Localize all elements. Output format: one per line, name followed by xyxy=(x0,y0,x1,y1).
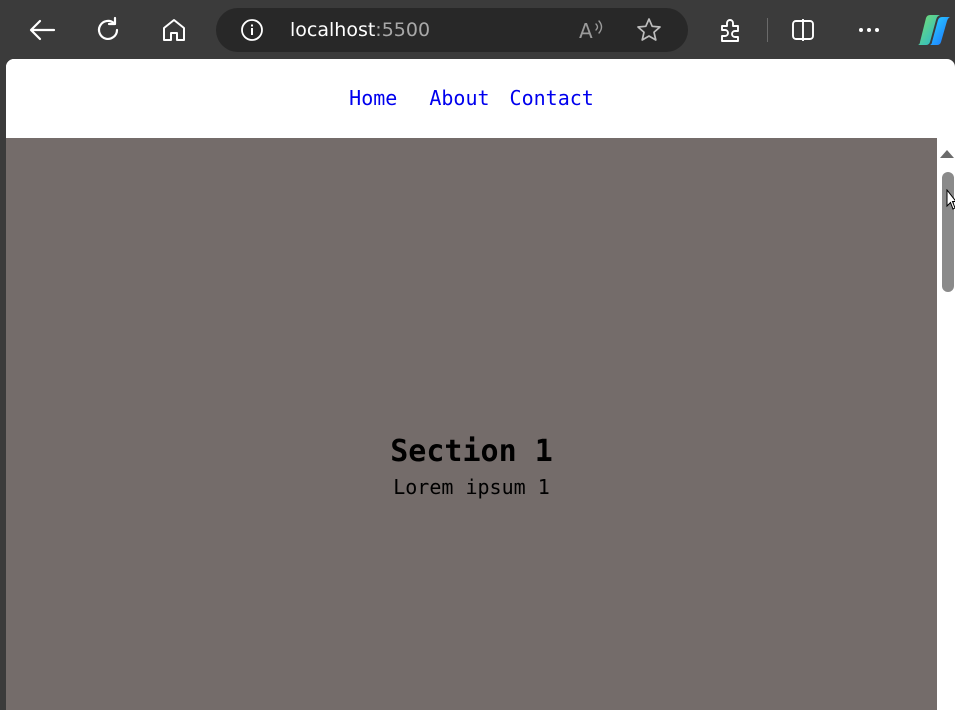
extensions-button[interactable] xyxy=(713,12,749,48)
home-icon xyxy=(163,19,185,41)
back-arrow-icon xyxy=(29,19,56,41)
site-nav: Home About Contact xyxy=(6,59,937,138)
address-port: :5500 xyxy=(375,19,431,41)
scroll-up-arrow[interactable] xyxy=(940,150,954,158)
section-title: Section 1 xyxy=(390,434,553,469)
address-bar[interactable]: localhost:5500 A xyxy=(216,8,688,52)
address-url[interactable]: localhost:5500 xyxy=(290,18,430,42)
copilot-icon[interactable] xyxy=(912,12,952,48)
nav-links: Home About Contact xyxy=(6,85,937,111)
back-button[interactable] xyxy=(24,12,60,48)
nav-link-contact[interactable]: Contact xyxy=(510,85,594,111)
more-options-button[interactable] xyxy=(851,12,887,48)
refresh-button[interactable] xyxy=(90,12,126,48)
nav-link-home[interactable]: Home xyxy=(349,85,397,111)
nav-link-about[interactable]: About xyxy=(429,85,489,111)
page-scrollbar[interactable] xyxy=(937,138,955,710)
favorite-star-icon[interactable] xyxy=(636,17,662,43)
toolbar-divider xyxy=(767,18,768,42)
split-screen-button[interactable] xyxy=(785,12,821,48)
refresh-icon xyxy=(97,16,119,40)
home-button[interactable] xyxy=(156,12,192,48)
read-aloud-icon[interactable]: A xyxy=(578,18,606,42)
browser-window: localhost:5500 A Home About Contact Sect… xyxy=(0,0,955,710)
more-options-icon xyxy=(859,28,879,32)
site-info-icon[interactable] xyxy=(240,18,264,42)
extensions-puzzle-icon xyxy=(721,19,739,42)
section-content: Section 1 Lorem ipsum 1 xyxy=(6,434,937,500)
browser-toolbar: localhost:5500 A xyxy=(0,0,955,60)
mouse-cursor-icon xyxy=(946,189,955,210)
section-text: Lorem ipsum 1 xyxy=(393,475,550,499)
svg-text:A: A xyxy=(579,19,593,42)
split-screen-icon xyxy=(792,19,814,41)
page-viewport: Home About Contact Section 1 Lorem ipsum… xyxy=(6,59,955,710)
address-host: localhost xyxy=(290,19,376,41)
section-1: Section 1 Lorem ipsum 1 xyxy=(6,138,937,710)
